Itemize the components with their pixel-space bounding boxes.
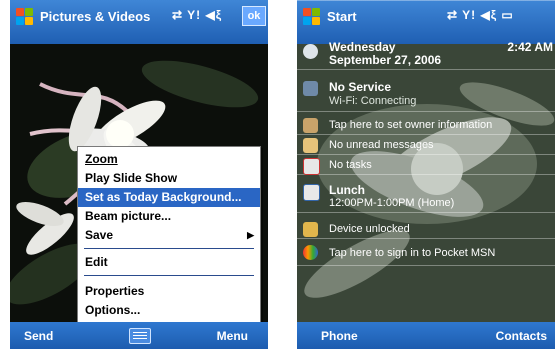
tasks-text: No tasks bbox=[329, 159, 372, 171]
menu-item-edit[interactable]: Edit bbox=[78, 253, 260, 272]
device-row[interactable]: Device unlocked bbox=[297, 221, 555, 239]
windows-start-icon[interactable] bbox=[16, 8, 34, 26]
contacts-softkey[interactable]: Contacts bbox=[496, 329, 547, 343]
app-title: Start bbox=[327, 9, 357, 24]
calendar-row[interactable]: Lunch 12:00PM-1:00PM (Home) bbox=[297, 180, 555, 213]
msn-row[interactable]: Tap here to sign in to Pocket MSN bbox=[297, 243, 555, 266]
time: 2:42 AM bbox=[507, 40, 553, 54]
full-date: September 27, 2006 bbox=[329, 53, 442, 67]
date-row[interactable]: Wednesday September 27, 2006 2:42 AM bbox=[297, 36, 555, 70]
msn-butterfly-icon bbox=[303, 245, 318, 260]
windows-start-icon[interactable] bbox=[303, 8, 321, 26]
msn-text: Tap here to sign in to Pocket MSN bbox=[329, 247, 496, 259]
menu-item-zoom[interactable]: Zoom bbox=[78, 150, 260, 169]
connection-row[interactable]: No Service Wi-Fi: Connecting bbox=[297, 77, 555, 112]
weekday: Wednesday bbox=[329, 40, 396, 54]
menu-label: Zoom bbox=[85, 152, 118, 166]
lock-icon bbox=[303, 222, 318, 237]
calendar-icon bbox=[303, 184, 320, 201]
app-title: Pictures & Videos bbox=[40, 9, 151, 24]
menu-item-save[interactable]: Save ▶ bbox=[78, 226, 260, 245]
service-status: No Service bbox=[329, 80, 392, 94]
today-screen: Start ⇄ Y! ◀ξ ▭ Wednesday September 27, … bbox=[297, 0, 555, 349]
tasks-icon bbox=[303, 158, 320, 175]
soft-key-bar: Phone Contacts bbox=[297, 322, 555, 349]
menu-separator bbox=[84, 248, 254, 249]
menu-separator bbox=[84, 275, 254, 276]
menu-item-beam-picture[interactable]: Beam picture... bbox=[78, 207, 260, 226]
status-icons[interactable]: ⇄ Y! ◀ξ ▭ bbox=[447, 8, 514, 22]
envelope-icon bbox=[303, 138, 318, 153]
clock-icon bbox=[303, 44, 318, 59]
phone-softkey[interactable]: Phone bbox=[321, 329, 358, 343]
signal-icon bbox=[303, 81, 318, 96]
ok-button[interactable]: ok bbox=[242, 6, 266, 26]
appointment-title: Lunch bbox=[329, 183, 365, 197]
pictures-videos-screen: Pictures & Videos ⇄ Y! ◀ξ ok Zoom Play S… bbox=[10, 0, 268, 349]
owner-row[interactable]: Tap here to set owner information bbox=[297, 117, 555, 135]
wifi-status: Wi-Fi: Connecting bbox=[329, 95, 417, 107]
title-bar: Pictures & Videos ⇄ Y! ◀ξ ok bbox=[10, 0, 268, 44]
context-menu: Zoom Play Slide Show Set as Today Backgr… bbox=[77, 146, 261, 322]
menu-item-options[interactable]: Options... bbox=[78, 301, 260, 320]
device-text: Device unlocked bbox=[329, 223, 410, 235]
owner-text: Tap here to set owner information bbox=[329, 119, 493, 131]
tasks-row[interactable]: No tasks bbox=[297, 157, 555, 175]
messages-text: No unread messages bbox=[329, 139, 434, 151]
status-icons[interactable]: ⇄ Y! ◀ξ bbox=[172, 8, 222, 22]
menu-label: Save bbox=[85, 228, 114, 242]
appointment-time: 12:00PM-1:00PM (Home) bbox=[329, 197, 455, 209]
soft-key-bar: Send Menu bbox=[10, 322, 268, 349]
submenu-arrow-icon: ▶ bbox=[247, 230, 254, 240]
messages-row[interactable]: No unread messages bbox=[297, 137, 555, 155]
menu-item-set-today-background[interactable]: Set as Today Background... bbox=[78, 188, 260, 207]
menu-softkey[interactable]: Menu bbox=[217, 329, 248, 343]
owner-icon bbox=[303, 118, 318, 133]
send-softkey[interactable]: Send bbox=[24, 329, 53, 343]
keyboard-icon[interactable] bbox=[129, 328, 151, 344]
menu-item-properties[interactable]: Properties bbox=[78, 282, 260, 301]
photo-view: Zoom Play Slide Show Set as Today Backgr… bbox=[10, 44, 268, 322]
menu-item-play-slide-show[interactable]: Play Slide Show bbox=[78, 169, 260, 188]
